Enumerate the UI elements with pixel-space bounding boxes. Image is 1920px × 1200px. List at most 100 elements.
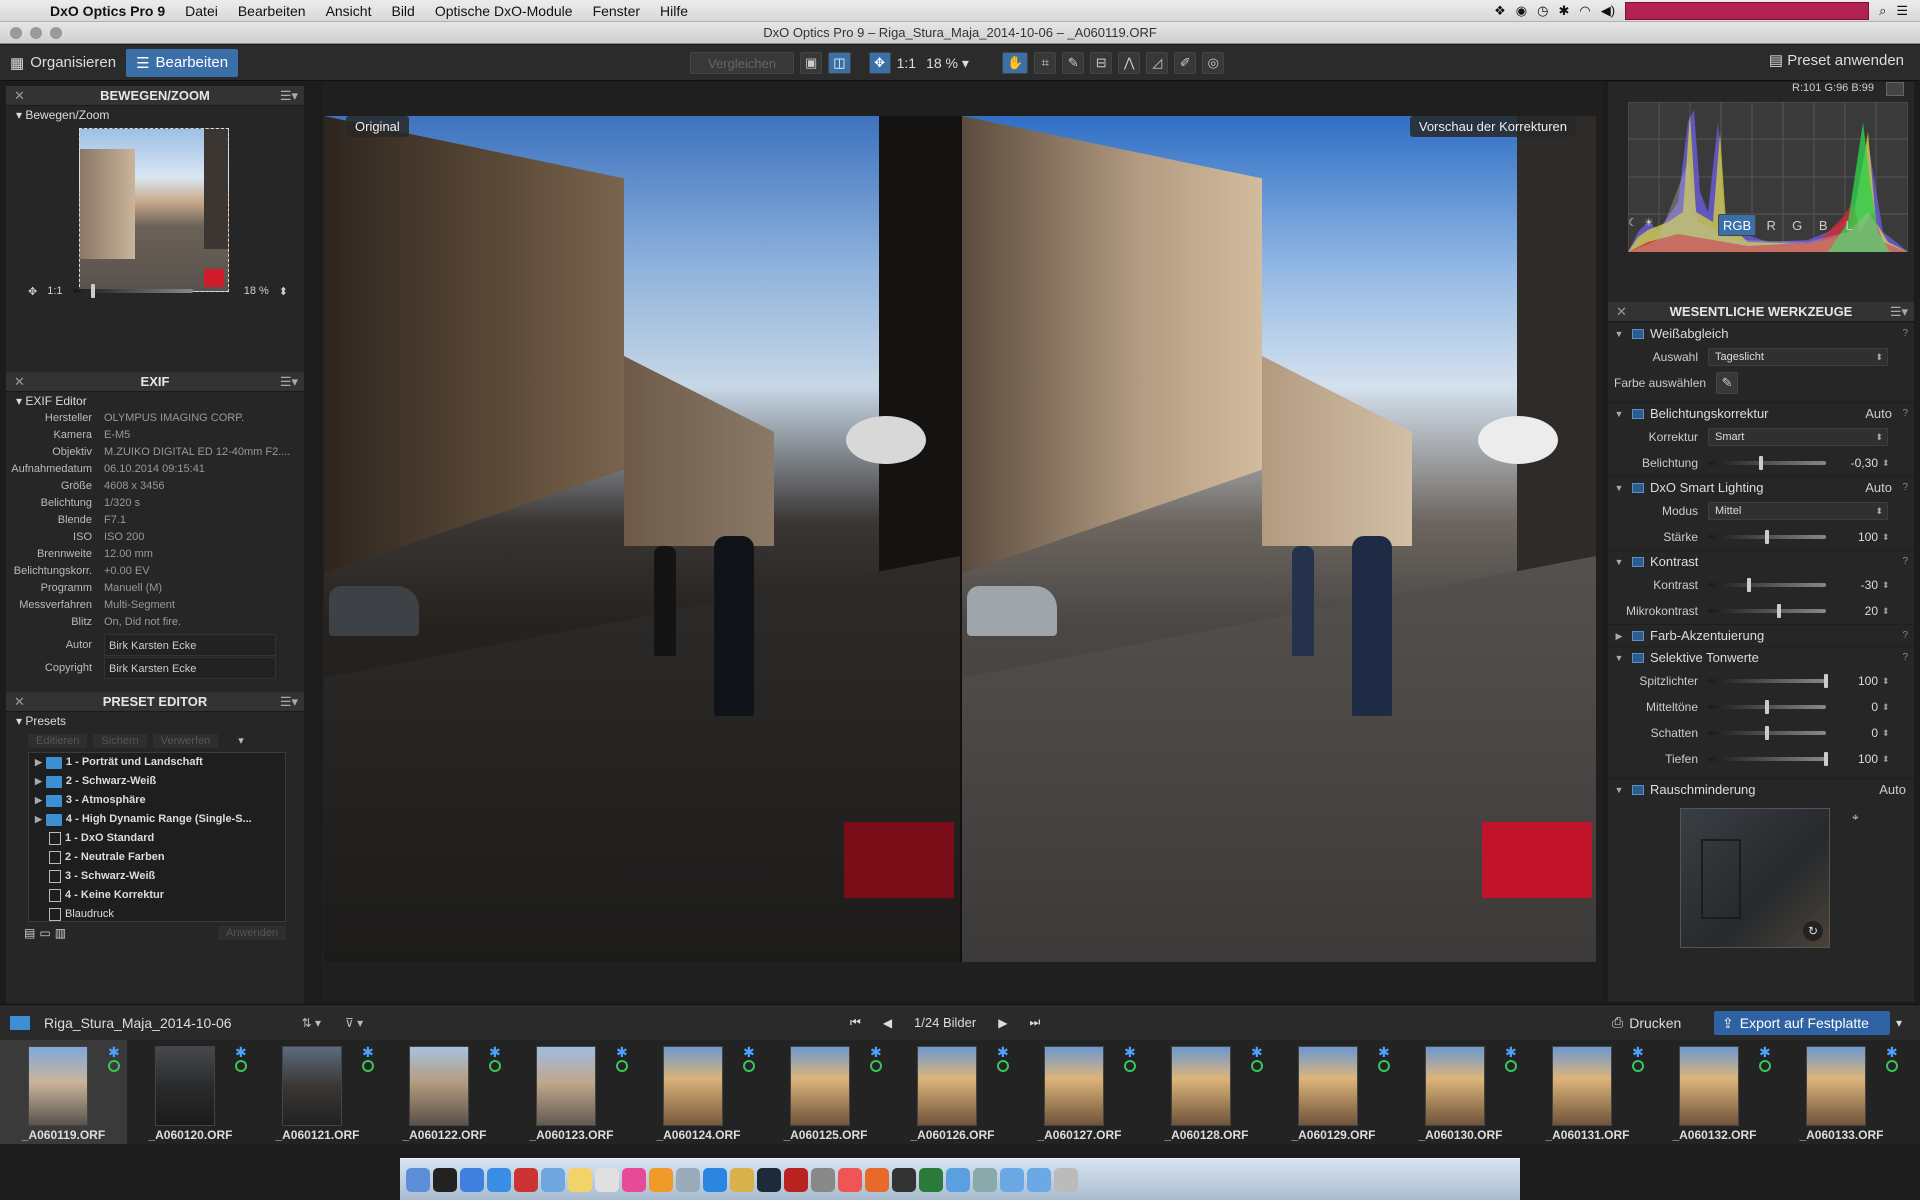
star-icon[interactable]: ✱: [997, 1044, 1009, 1061]
spotlight-icon[interactable]: ⌕: [1879, 3, 1886, 19]
downloads-dock-icon[interactable]: [946, 1167, 970, 1192]
star-icon[interactable]: ✱: [1378, 1044, 1390, 1061]
tone-knob[interactable]: [1824, 674, 1828, 688]
close-icon[interactable]: ✕: [1616, 302, 1627, 322]
film-item[interactable]: ✱ _A060126.ORF: [889, 1040, 1016, 1144]
help-icon[interactable]: ?: [1902, 477, 1908, 499]
exposure-section-header[interactable]: ▼ Belichtungskorrektur Auto?: [1608, 402, 1914, 424]
zoom-select[interactable]: 18 % ▾: [922, 52, 997, 74]
preset-item[interactable]: 1 - DxO Standard: [29, 829, 285, 848]
close-icon[interactable]: ✕: [14, 86, 25, 106]
preset-folder-item[interactable]: ▶ 4 - High Dynamic Range (Single-S...: [29, 810, 285, 829]
channel-b-button[interactable]: B: [1812, 214, 1834, 236]
star-icon[interactable]: ✱: [1632, 1044, 1644, 1061]
tone-stepper[interactable]: ⬍: [1882, 754, 1890, 765]
navigator-zoom-slider[interactable]: [72, 284, 193, 298]
tone-knob[interactable]: [1765, 726, 1769, 740]
finder-dock-icon[interactable]: [406, 1167, 430, 1192]
tone-slider[interactable]: [1708, 700, 1826, 714]
shadow-clip-icon[interactable]: ☾: [1628, 216, 1638, 229]
noise-preview-image[interactable]: ↻: [1680, 808, 1830, 948]
help-icon[interactable]: ?: [1902, 403, 1908, 425]
film-item[interactable]: ✱ _A060128.ORF: [1143, 1040, 1270, 1144]
channel-l-button[interactable]: L: [1838, 214, 1860, 236]
strength-stepper[interactable]: ⬍: [1882, 532, 1890, 543]
navigator-thumbnail[interactable]: [79, 128, 229, 292]
help-icon[interactable]: ?: [1902, 551, 1908, 573]
folder-name[interactable]: Riga_Stura_Maja_2014-10-06: [44, 1015, 232, 1031]
move-icon[interactable]: ✥: [28, 285, 37, 298]
wb-select[interactable]: Tageslicht: [1708, 348, 1888, 366]
last-image-icon[interactable]: ⏭: [1029, 1015, 1040, 1030]
refresh-icon[interactable]: ↻: [1803, 921, 1823, 941]
dropbox-icon[interactable]: ❖: [1494, 3, 1506, 19]
export-menu-icon[interactable]: ▾: [1896, 1016, 1902, 1030]
preset-save-button[interactable]: Sichern: [93, 734, 147, 748]
zoom-window-button[interactable]: [50, 27, 62, 39]
menu-ansicht[interactable]: Ansicht: [316, 3, 382, 19]
tones-section-header[interactable]: ▼ Selektive Tonwerte?: [1608, 646, 1914, 668]
film-item[interactable]: ✱ _A060129.ORF: [1270, 1040, 1397, 1144]
panel-menu-icon[interactable]: ☰▾: [280, 86, 298, 106]
film-item[interactable]: ✱ _A060131.ORF: [1524, 1040, 1651, 1144]
original-viewer[interactable]: Original: [324, 116, 960, 962]
channel-g-button[interactable]: G: [1786, 214, 1808, 236]
new-folder-icon[interactable]: ▭: [39, 926, 50, 940]
print-button[interactable]: ⎙ Drucken: [1612, 1014, 1681, 1031]
author-field[interactable]: Birk Karsten Ecke: [104, 634, 276, 656]
channel-r-button[interactable]: R: [1760, 214, 1782, 236]
preset-discard-button[interactable]: Verwerfen: [152, 734, 219, 748]
strength-slider[interactable]: [1708, 530, 1826, 544]
notes-dock-icon[interactable]: [568, 1167, 592, 1192]
preset-item[interactable]: 2 - Neutrale Farben: [29, 848, 285, 867]
strength-value[interactable]: 100: [1834, 530, 1878, 544]
exposure-knob[interactable]: [1759, 456, 1764, 470]
compare-button[interactable]: Vergleichen: [690, 52, 794, 74]
star-icon[interactable]: ✱: [235, 1044, 247, 1061]
highlight-clip-icon[interactable]: ☀: [1644, 216, 1654, 229]
folder-dock-icon[interactable]: [1000, 1167, 1024, 1192]
contrast-stepper[interactable]: ⬍: [1882, 580, 1890, 591]
duplicate-preset-icon[interactable]: ▥: [55, 926, 66, 940]
preset-folder-item[interactable]: ▶ 3 - Atmosphäre: [29, 791, 285, 810]
preview-dock-icon[interactable]: [676, 1167, 700, 1192]
expand-icon[interactable]: ▶: [35, 810, 42, 829]
preset-sub[interactable]: ▾ Presets: [6, 712, 304, 730]
tone-value[interactable]: 0: [1834, 726, 1878, 740]
eyedropper-tool-icon[interactable]: ✎: [1062, 52, 1085, 74]
crop-tool-icon[interactable]: ⌗: [1034, 52, 1057, 74]
tab-edit[interactable]: ☰ Bearbeiten: [126, 48, 239, 77]
navigator-zoom-knob[interactable]: [90, 284, 95, 298]
tone-slider[interactable]: [1708, 726, 1826, 740]
tone-stepper[interactable]: ⬍: [1882, 702, 1890, 713]
prev-image-icon[interactable]: ◀: [883, 1016, 892, 1030]
exif-sub[interactable]: ▾ EXIF Editor: [6, 392, 304, 410]
star-icon[interactable]: ✱: [1759, 1044, 1771, 1061]
noise-section-header[interactable]: ▼ Rauschminderung Auto: [1608, 778, 1914, 800]
film-item[interactable]: ✱ _A060125.ORF: [762, 1040, 889, 1144]
tone-knob[interactable]: [1824, 752, 1828, 766]
close-icon[interactable]: ✕: [14, 692, 25, 712]
minimize-window-button[interactable]: [30, 27, 42, 39]
film-item[interactable]: ✱ _A060124.ORF: [635, 1040, 762, 1144]
notification-icon[interactable]: ☰: [1896, 3, 1908, 19]
excel-dock-icon[interactable]: [919, 1167, 943, 1192]
expand-icon[interactable]: ▶: [35, 791, 42, 810]
film-item[interactable]: ✱ _A060133.ORF: [1778, 1040, 1905, 1144]
film-item[interactable]: ✱ _A060123.ORF: [508, 1040, 635, 1144]
volume-icon[interactable]: ◀): [1601, 3, 1615, 19]
first-image-icon[interactable]: ⏮: [850, 1015, 861, 1030]
film-item[interactable]: ✱ _A060127.ORF: [1016, 1040, 1143, 1144]
move-tool-icon[interactable]: ✥: [868, 52, 891, 74]
microcontrast-stepper[interactable]: ⬍: [1882, 606, 1890, 617]
preset-apply-small-button[interactable]: Anwenden: [218, 926, 286, 940]
tone-stepper[interactable]: ⬍: [1882, 676, 1890, 687]
itunes-2-dock-icon[interactable]: [784, 1167, 808, 1192]
filezilla-dock-icon[interactable]: [514, 1167, 538, 1192]
preset-item[interactable]: 3 - Schwarz-Weiß: [29, 867, 285, 886]
sync-icon[interactable]: ◉: [1516, 3, 1527, 19]
wb-section-header[interactable]: ▼ Weißabgleich?: [1608, 322, 1914, 344]
contrast-knob[interactable]: [1747, 578, 1752, 592]
hand-tool-icon[interactable]: ✋: [1002, 52, 1029, 74]
preset-apply-button[interactable]: ▤ Preset anwenden: [1769, 51, 1904, 69]
